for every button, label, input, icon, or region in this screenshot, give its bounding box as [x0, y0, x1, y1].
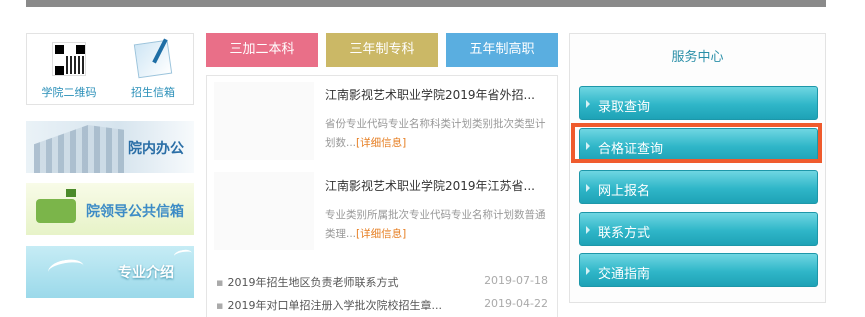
top-banner	[26, 0, 826, 7]
promo-major-intro-banner[interactable]: 专业介绍	[26, 246, 194, 298]
seagull-image	[46, 257, 86, 281]
arrow-right-icon	[586, 267, 590, 275]
arrow-right-icon	[586, 142, 590, 150]
seagull-image	[173, 248, 193, 261]
list-item[interactable]: ▪ 2019年对口单招注册入学批次院校招生章... 2019-04-22	[216, 297, 548, 313]
mail-icon	[133, 39, 173, 79]
list-item-title[interactable]: 2019年对口单招注册入学批次院校招生章...	[227, 299, 441, 312]
article-summary: 省份专业代码专业名称科类计划类别批次类型计划数...[详细信息]	[325, 115, 547, 153]
promo-label: 院内办公	[128, 141, 184, 157]
article-thumbnail[interactable]	[214, 172, 314, 250]
promo-label: 专业介绍	[118, 265, 174, 281]
button-label: 录取查询	[598, 100, 651, 115]
promo-office-banner[interactable]: 院内办公	[26, 121, 194, 173]
arrow-right-icon	[586, 226, 590, 234]
article-item[interactable]: 江南影视艺术职业学院2019年省外招... 省份专业代码专业名称科类计划类别批次…	[325, 86, 547, 153]
article-title[interactable]: 江南影视艺术职业学院2019年江苏省...	[325, 177, 547, 194]
button-label: 网上报名	[598, 184, 651, 199]
bullet-icon: ▪	[216, 276, 224, 289]
article-summary: 专业类别所属批次专业代码专业名称计划数普通类理...[详细信息]	[325, 206, 547, 244]
list-item-date: 2019-07-18	[484, 274, 548, 287]
quick-link-qr[interactable]: 学院二维码	[27, 34, 111, 106]
building-image	[34, 125, 124, 173]
quick-links-panel: 学院二维码 招生信箱	[26, 33, 194, 105]
tab-3plus2-bachelor[interactable]: 三加二本科	[206, 33, 318, 67]
list-item-title[interactable]: 2019年招生地区负责老师联系方式	[227, 276, 398, 289]
list-item-date: 2019-04-22	[484, 297, 548, 310]
article-item[interactable]: 江南影视艺术职业学院2019年江苏省... 专业类别所属批次专业代码专业名称计划…	[325, 177, 547, 244]
arrow-right-icon	[586, 100, 590, 108]
tab-3year-college[interactable]: 三年制专科	[326, 33, 438, 67]
admission-query-button[interactable]: 录取查询	[579, 86, 818, 120]
bullet-icon: ▪	[216, 299, 224, 312]
service-center-title: 服务中心	[671, 50, 724, 65]
list-item[interactable]: ▪ 2019年招生地区负责老师联系方式 2019-07-18	[216, 274, 548, 290]
tab-5year-vocational[interactable]: 五年制高职	[446, 33, 558, 67]
article-thumbnail[interactable]	[214, 82, 314, 160]
traffic-guide-button[interactable]: 交通指南	[579, 253, 818, 287]
contact-button[interactable]: 联系方式	[579, 212, 818, 246]
mailbox-icon	[36, 199, 76, 223]
article-more-link[interactable]: [详细信息]	[356, 137, 406, 149]
button-label: 交通指南	[598, 267, 651, 282]
promo-leader-mailbox-banner[interactable]: 院领导公共信箱	[26, 183, 194, 235]
qr-code-icon	[52, 42, 86, 76]
mailbox-flag-icon	[66, 189, 76, 197]
online-registration-button[interactable]: 网上报名	[579, 170, 818, 204]
certificate-query-button[interactable]: 合格证查询	[579, 128, 818, 162]
button-label: 合格证查询	[598, 142, 664, 157]
quick-link-label: 招生信箱	[131, 86, 175, 99]
arrow-right-icon	[586, 184, 590, 192]
quick-link-mailbox[interactable]: 招生信箱	[111, 34, 195, 106]
promo-label: 院领导公共信箱	[86, 204, 184, 220]
quick-link-label: 学院二维码	[41, 86, 97, 99]
article-more-link[interactable]: [详细信息]	[356, 228, 406, 240]
button-label: 联系方式	[598, 226, 651, 241]
page: 学院二维码 招生信箱 院内办公 院领导公共信箱 专业介绍 三加二本科 三年制专科…	[0, 0, 865, 317]
article-title[interactable]: 江南影视艺术职业学院2019年省外招...	[325, 86, 547, 103]
